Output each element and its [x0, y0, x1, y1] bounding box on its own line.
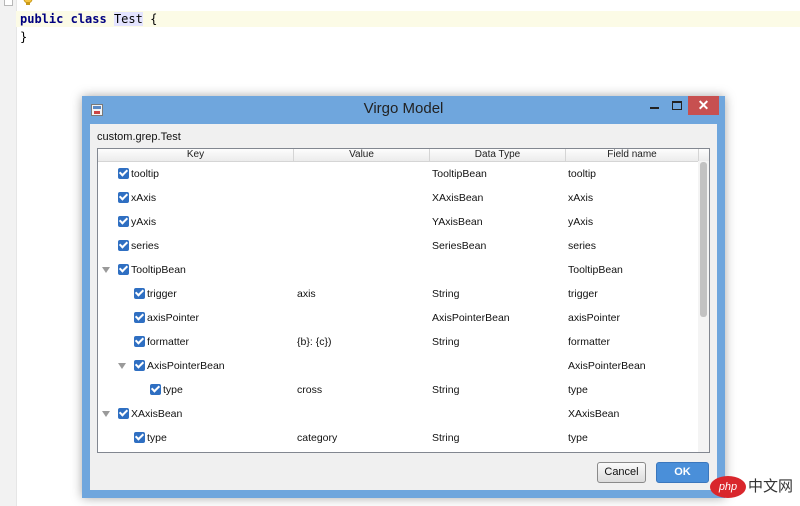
column-header-data-type[interactable]: Data Type	[430, 149, 566, 161]
field-name-cell[interactable]: XAxisBean	[568, 402, 619, 426]
watermark-logo: php 中文网	[710, 476, 798, 498]
cancel-button[interactable]: Cancel	[597, 462, 646, 483]
key-cell: formatter	[147, 336, 190, 348]
minimize-button[interactable]	[644, 96, 666, 116]
virgo-model-dialog: Virgo Model ✕ custom.grep.Test Key Value…	[82, 96, 725, 498]
field-name-cell[interactable]: AxisPointerBean	[568, 354, 646, 378]
code-line-close-brace[interactable]: }	[20, 29, 27, 45]
data-type-cell: String	[432, 384, 460, 396]
key-cell: xAxis	[131, 192, 157, 204]
row-checkbox[interactable]	[118, 408, 129, 419]
table-row[interactable]: type category String type	[98, 426, 701, 450]
field-name-cell[interactable]: trigger	[568, 282, 598, 306]
close-button[interactable]: ✕	[688, 96, 719, 115]
data-type-cell: String	[432, 288, 460, 300]
row-checkbox[interactable]	[134, 336, 145, 347]
row-checkbox[interactable]	[118, 168, 129, 179]
fold-marker-icon[interactable]	[4, 0, 13, 6]
field-name-cell[interactable]: type	[568, 426, 588, 450]
table-row[interactable]: formatter {b}: {c}) String formatter	[98, 330, 701, 354]
data-type-cell: AxisPointerBean	[432, 312, 510, 324]
field-name-cell[interactable]: axisPointer	[568, 306, 620, 330]
open-brace: {	[150, 12, 158, 26]
maximize-icon	[672, 101, 682, 110]
row-checkbox[interactable]	[150, 384, 161, 395]
row-checkbox[interactable]	[134, 288, 145, 299]
class-name: Test	[113, 12, 143, 26]
dialog-content: custom.grep.Test Key Value Data Type Fie…	[90, 124, 717, 490]
close-icon: ✕	[697, 97, 710, 113]
data-type-cell: XAxisBean	[432, 192, 484, 204]
key-cell: yAxis	[131, 216, 157, 228]
key-cell: tooltip	[131, 168, 160, 180]
value-cell[interactable]: axis	[297, 282, 316, 306]
watermark-text: 中文网	[748, 478, 794, 495]
maximize-button[interactable]	[666, 96, 688, 116]
value-cell[interactable]: cross	[297, 378, 322, 402]
row-checkbox[interactable]	[118, 264, 129, 275]
table-row[interactable]: axisPointer AxisPointerBean axisPointer	[98, 306, 701, 330]
table-row[interactable]: trigger axis String trigger	[98, 282, 701, 306]
dialog-titlebar[interactable]: Virgo Model ✕	[82, 96, 725, 124]
field-name-cell[interactable]: xAxis	[568, 186, 593, 210]
key-cell: AxisPointerBean	[147, 360, 225, 372]
value-cell[interactable]: {b}: {c})	[297, 330, 331, 354]
field-name-cell[interactable]: formatter	[568, 330, 610, 354]
table-row[interactable]: tooltip TooltipBean tooltip	[98, 162, 701, 186]
dialog-title: Virgo Model	[363, 100, 444, 117]
column-header-key[interactable]: Key	[98, 149, 294, 161]
key-cell: TooltipBean	[131, 264, 186, 276]
vertical-scrollbar[interactable]	[698, 161, 709, 452]
keyword-public: public	[20, 12, 64, 26]
key-cell: type	[147, 432, 167, 444]
value-cell[interactable]: category	[297, 426, 337, 450]
key-cell: axisPointer	[147, 312, 199, 324]
code-line-class-declaration[interactable]: public class Test {	[16, 11, 800, 27]
table-row[interactable]: TooltipBean TooltipBean	[98, 258, 701, 282]
field-name-cell[interactable]: type	[568, 378, 588, 402]
key-cell: series	[131, 240, 160, 252]
data-type-cell: TooltipBean	[432, 168, 487, 180]
class-path-label: custom.grep.Test	[97, 131, 181, 143]
row-checkbox[interactable]	[134, 360, 145, 371]
data-type-cell: SeriesBean	[432, 240, 487, 252]
field-name-cell[interactable]: tooltip	[568, 162, 596, 186]
collapse-arrow-icon[interactable]	[102, 411, 110, 417]
minimize-icon	[650, 107, 659, 109]
key-cell: trigger	[147, 288, 177, 300]
field-name-cell[interactable]: TooltipBean	[568, 258, 623, 282]
field-name-cell[interactable]: yAxis	[568, 210, 593, 234]
collapse-arrow-icon[interactable]	[118, 363, 126, 369]
collapse-arrow-icon[interactable]	[102, 267, 110, 273]
table-row[interactable]: yAxis YAxisBean yAxis	[98, 210, 701, 234]
model-tree-table: Key Value Data Type Field name tooltip T…	[97, 148, 710, 453]
table-row[interactable]: xAxis XAxisBean xAxis	[98, 186, 701, 210]
row-checkbox[interactable]	[118, 192, 129, 203]
lightbulb-icon[interactable]	[22, 0, 34, 6]
row-checkbox[interactable]	[118, 216, 129, 227]
keyword-class: class	[70, 12, 107, 26]
table-header: Key Value Data Type Field name	[98, 149, 709, 162]
field-name-cell[interactable]: series	[568, 234, 596, 258]
data-type-cell: String	[432, 432, 460, 444]
close-brace: }	[20, 30, 28, 44]
table-row[interactable]: XAxisBean XAxisBean	[98, 402, 701, 426]
ok-button[interactable]: OK	[656, 462, 709, 483]
column-header-value[interactable]: Value	[294, 149, 430, 161]
data-type-cell: String	[432, 336, 460, 348]
key-cell: XAxisBean	[131, 408, 183, 420]
column-header-field-name[interactable]: Field name	[566, 149, 699, 161]
watermark-badge: php	[710, 476, 746, 498]
table-row[interactable]: series SeriesBean series	[98, 234, 701, 258]
scrollbar-thumb[interactable]	[700, 162, 707, 317]
table-row[interactable]: AxisPointerBean AxisPointerBean	[98, 354, 701, 378]
data-type-cell: YAxisBean	[432, 216, 483, 228]
row-checkbox[interactable]	[118, 240, 129, 251]
key-cell: type	[163, 384, 183, 396]
row-checkbox[interactable]	[134, 432, 145, 443]
row-checkbox[interactable]	[134, 312, 145, 323]
editor-gutter	[0, 0, 17, 506]
table-row[interactable]: type cross String type	[98, 378, 701, 402]
